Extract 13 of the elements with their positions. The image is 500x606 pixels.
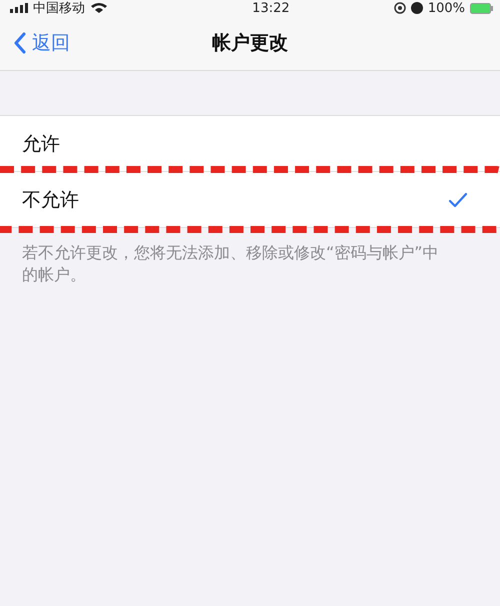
nav-title: 帐户更改 [212,31,288,56]
status-time: 13:22 [252,0,290,16]
wifi-icon [90,3,108,13]
signal-icon [10,3,28,13]
option-row[interactable]: 允许 [0,116,500,171]
back-button[interactable]: 返回 [0,30,70,56]
back-chevron-icon [14,32,26,54]
battery-icon [470,2,494,14]
checkmark-icon [448,192,468,208]
option-row[interactable]: 不允许 [0,171,500,227]
carrier-name: 中国移动 [33,0,85,16]
footer-note: 若不允许更改，您将无法添加、移除或修改“密码与帐户”中的帐户。 [22,242,440,286]
battery-percent: 100% [428,0,465,16]
